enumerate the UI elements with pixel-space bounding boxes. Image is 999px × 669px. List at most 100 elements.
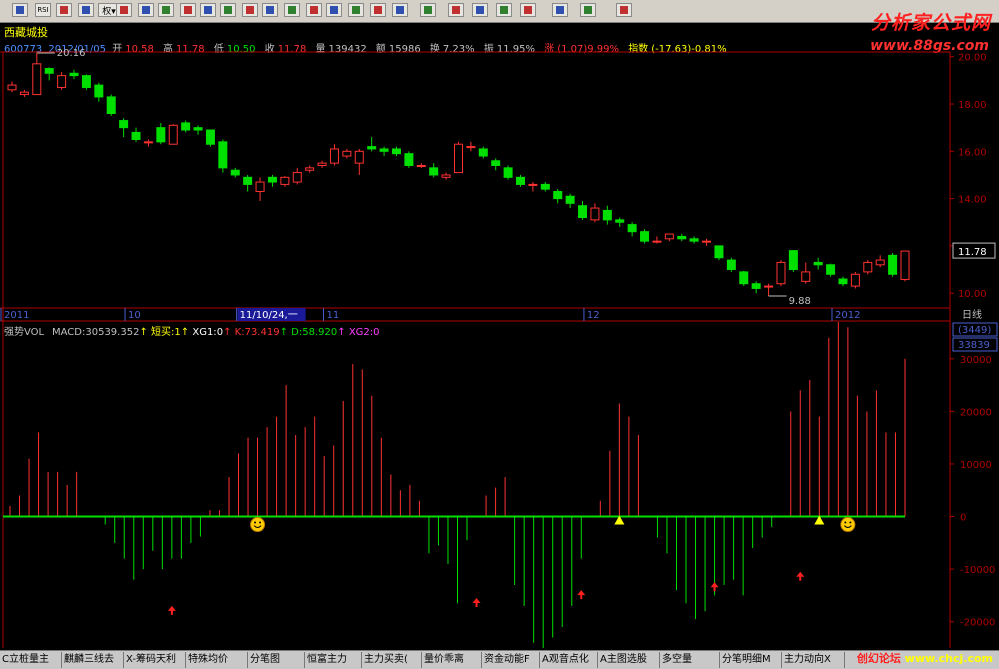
candle-body-54	[677, 235, 687, 240]
candle-body-27	[342, 150, 352, 157]
min-label: 9.88	[789, 296, 811, 307]
candle-body-28	[354, 150, 364, 164]
buy-arrow-marker-6	[796, 571, 805, 581]
candle-body-31	[391, 148, 401, 155]
candle-body-47	[590, 207, 600, 221]
candle-body-45	[565, 195, 575, 204]
last-price-label: 11.78	[958, 247, 987, 258]
candle-body-24	[305, 167, 315, 171]
candle-body-59	[739, 271, 749, 285]
time-label-5: 2012	[835, 310, 860, 321]
candle-body-70	[875, 259, 885, 266]
candle-body-68	[850, 273, 860, 287]
k-label: K:	[234, 327, 245, 338]
indicator-tab-12[interactable]: 分笔明细M	[720, 652, 782, 668]
candle-body-17	[218, 141, 228, 169]
candle-body-72	[900, 250, 910, 280]
buy-arrow-marker-0	[167, 605, 176, 615]
candle-body-42	[528, 183, 538, 186]
candle-body-48	[602, 209, 612, 221]
buy-arrow-marker-2	[472, 598, 481, 608]
indicator-tab-11[interactable]: 多空量	[660, 652, 720, 668]
candle-body-51	[640, 231, 650, 242]
candle-body-44	[553, 191, 563, 200]
candle-body-15	[193, 127, 203, 131]
candle-body-50	[627, 224, 637, 233]
candle-body-33	[416, 164, 426, 167]
k-value: 73.419	[244, 327, 280, 338]
indicator-tab-bar: C立桩量主 麒麟三线去 X-筹码天利 特殊均价 分笔图 恒富主力 主力买卖(量价乖离 资金动能…	[0, 650, 999, 669]
indicator-tab-8[interactable]: 资金动能F	[482, 652, 540, 668]
candle-body-23	[292, 172, 302, 183]
candle-body-65	[813, 261, 823, 266]
candle-body-9	[119, 120, 129, 129]
buy-arrow-marker-3	[577, 590, 586, 600]
candle-body-18	[230, 169, 240, 176]
candle-body-38	[478, 148, 488, 157]
time-label-0: 2011	[4, 310, 29, 321]
candle-body-41	[516, 176, 526, 185]
candle-body-7	[94, 84, 104, 98]
smile-eye-r-8	[849, 521, 852, 524]
candle-body-0	[7, 84, 17, 91]
time-label-1: 10	[128, 310, 141, 321]
indicator-tab-1[interactable]: 麒麟三线去	[62, 652, 124, 668]
watermark: 创幻论坛 www.chcj.com	[857, 650, 993, 668]
candle-body-5	[69, 72, 79, 77]
indicator-tab-10[interactable]: A主图选股	[598, 652, 660, 668]
time-label-4: 12	[587, 310, 600, 321]
indicator-tab-0[interactable]: C立桩量主	[0, 652, 62, 668]
candle-body-2	[32, 63, 42, 96]
ind-box1-label: (3449)	[958, 325, 991, 336]
candle-body-52	[652, 240, 662, 243]
indicator-tab-2[interactable]: X-筹码天利	[124, 652, 186, 668]
smile-face-1	[250, 517, 266, 533]
candle-body-63	[788, 250, 798, 271]
candle-body-16	[205, 129, 215, 145]
candle-body-19	[243, 176, 253, 185]
candle-body-53	[664, 233, 674, 240]
candle-body-25	[317, 162, 327, 166]
indicator-tab-3[interactable]: 特殊均价	[186, 652, 248, 668]
candle-body-29	[367, 146, 377, 150]
time-label-3: 11	[326, 310, 339, 321]
candle-body-49	[615, 219, 625, 223]
watermark-b: www.chcj.com	[904, 652, 993, 665]
price-tick-label-2: 16.00	[958, 147, 987, 158]
short-label: 短买:	[151, 327, 175, 338]
indicator-tab-5[interactable]: 恒富主力	[305, 652, 362, 668]
candle-body-46	[578, 205, 588, 219]
price-tick-label-1: 18.00	[958, 100, 987, 111]
candle-body-6	[81, 75, 91, 88]
watermark-a: 创幻论坛	[856, 652, 901, 665]
indicator-tab-7[interactable]: 量价乖离	[422, 652, 482, 668]
smile-face-8	[840, 517, 856, 533]
macd-label: MACD:	[52, 327, 86, 338]
candle-body-56	[702, 240, 712, 243]
candle-body-61	[764, 285, 774, 288]
candle-body-12	[156, 127, 166, 143]
candle-body-14	[181, 122, 191, 131]
indicator-tab-13[interactable]: 主力动向X	[782, 652, 845, 668]
candle-body-64	[801, 271, 811, 282]
candle-body-32	[404, 153, 414, 166]
ind-tick-label-4: -10000	[960, 565, 995, 576]
indicator-name: 强势VOL	[4, 327, 45, 338]
candle-body-22	[280, 176, 290, 185]
candle-body-35	[441, 174, 451, 178]
candle-body-13	[168, 124, 178, 145]
smile-eye-l-1	[254, 521, 257, 524]
candle-body-37	[466, 146, 476, 149]
candle-body-66	[826, 264, 836, 275]
xg2-value: 0	[373, 327, 380, 338]
candle-body-3	[44, 68, 54, 74]
indicator-tab-4[interactable]: 分笔图	[248, 652, 305, 668]
ind-tick-label-0: 30000	[960, 355, 992, 366]
candle-body-34	[429, 167, 439, 176]
macd-value: 30539.352	[85, 327, 140, 338]
candle-body-21	[267, 176, 277, 183]
d-value: 58.920	[302, 327, 338, 338]
indicator-tab-9[interactable]: A观音点化	[540, 652, 598, 668]
indicator-tab-6[interactable]: 主力买卖(	[362, 652, 422, 668]
time-label-2: 11/10/24,一	[240, 310, 298, 321]
